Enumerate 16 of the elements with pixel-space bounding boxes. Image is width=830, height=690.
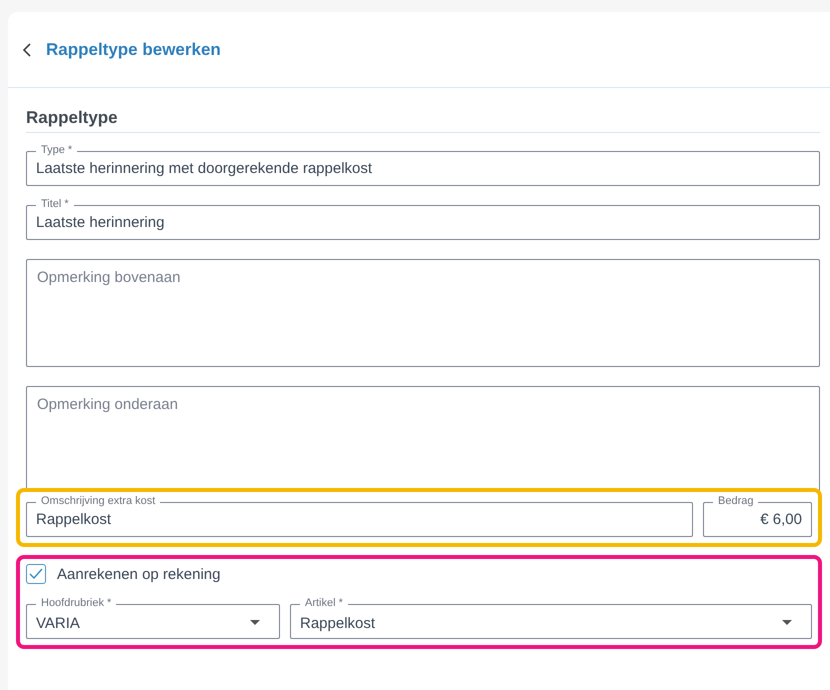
select-field[interactable]: Hoofdrubriek * VARIA — [26, 596, 280, 639]
input-field[interactable]: Titel * Laatste herinnering — [26, 197, 820, 240]
textarea-field[interactable]: Opmerking bovenaan — [26, 259, 820, 367]
page-title: Rappeltype bewerken — [46, 40, 221, 60]
input-field[interactable]: Bedrag € 6,00 — [703, 494, 812, 537]
caret-icon — [250, 620, 260, 625]
input-field[interactable]: Omschrijving extra kost Rappelkost — [26, 494, 693, 537]
checkbox[interactable] — [26, 564, 46, 584]
input-field[interactable]: Type * Laatste herinnering met doorgerekende rappelkost — [26, 143, 820, 186]
section-title: Rappeltype — [26, 108, 820, 133]
check-icon — [29, 568, 43, 580]
back-icon[interactable] — [22, 42, 32, 56]
select-field[interactable]: Artikel * Rappelkost — [290, 596, 812, 639]
checkbox-label[interactable]: Aanrekenen op rekening — [57, 566, 220, 582]
caret-icon — [782, 620, 792, 625]
textarea-field[interactable]: Opmerking onderaan — [26, 386, 820, 492]
